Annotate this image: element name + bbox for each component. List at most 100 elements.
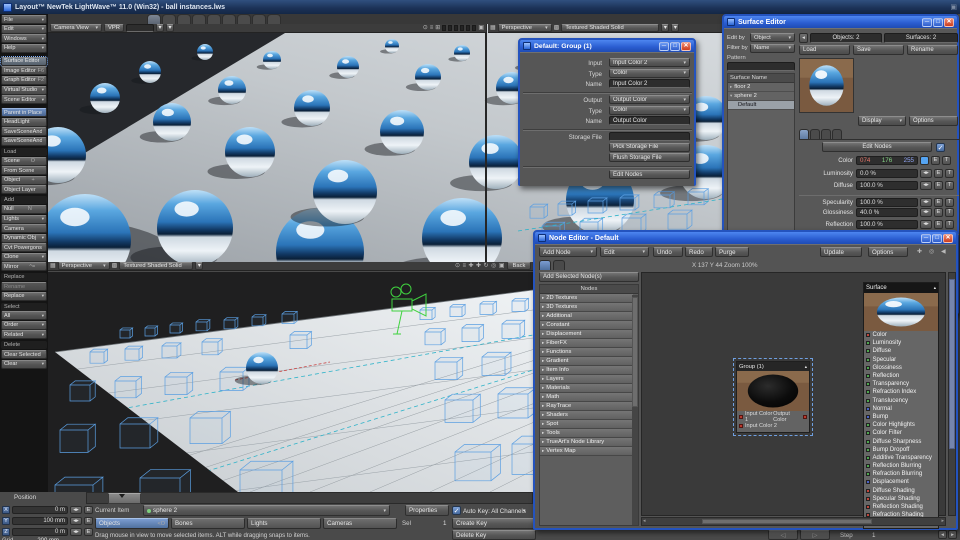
surface-channel-port[interactable]: Bump [864, 413, 938, 421]
undo-button[interactable]: Undo [653, 247, 683, 257]
surface-channel-port[interactable]: Color Highlights [864, 421, 938, 429]
minimize-button[interactable]: ─ [659, 42, 669, 51]
item-type-tab[interactable]: Lights [247, 518, 321, 529]
load-button[interactable]: Load [799, 45, 850, 55]
sidebar-item[interactable]: SaveSceneAndAl... [1, 127, 47, 136]
surface-channel-port[interactable]: Specular [864, 356, 938, 364]
property-stepper[interactable]: ◂▸ [920, 169, 932, 178]
surface-channel-port[interactable]: Color [864, 331, 938, 339]
menu-tab[interactable] [267, 14, 281, 24]
category-scrollbar[interactable] [632, 295, 638, 525]
sidebar-item[interactable]: Clone [1, 253, 47, 262]
axis-stepper[interactable]: ◂▸ [70, 517, 82, 525]
sidebar-item[interactable]: Cvt Powergons [1, 243, 47, 252]
color-values[interactable]: 074 176 255 [856, 156, 918, 165]
titlebar-buttons[interactable]: ▣ [950, 3, 957, 11]
edit-nodes-button[interactable]: Edit Nodes [609, 170, 690, 179]
menu-tab[interactable] [147, 14, 161, 24]
property-value-field[interactable]: 0.0 % [856, 169, 918, 178]
node-category[interactable]: ▸Tools [540, 429, 633, 438]
node-category[interactable]: ▸Math [540, 393, 633, 402]
surface-channel-port[interactable]: Reflection [864, 372, 938, 380]
surface-editor-tab[interactable] [810, 129, 820, 139]
property-texture-button[interactable]: T [945, 208, 954, 217]
sidebar-item[interactable]: From Scene [1, 166, 47, 175]
input-color-1-port[interactable] [739, 415, 743, 419]
delete-key-button[interactable]: Delete Key [452, 530, 536, 540]
collapse-left-button[interactable]: ◂ [799, 33, 808, 43]
filter-by-dropdown[interactable]: Name [750, 44, 795, 53]
step-dec-button[interactable]: ◂ [938, 530, 947, 539]
node-category[interactable]: ▸Spot [540, 420, 633, 429]
add-node-dropdown[interactable]: Add Node [539, 247, 597, 257]
list-icon-2[interactable]: ≡ [462, 262, 466, 270]
playback-next-button[interactable]: ▷ [800, 530, 830, 540]
output-color-port[interactable] [803, 415, 807, 419]
color-swatch[interactable] [920, 156, 929, 165]
flush-storage-file-button[interactable]: Flush Storage File [609, 153, 690, 162]
node-category[interactable]: ▸TrueArt's Node Library [540, 438, 633, 447]
surface-list-row[interactable]: Default [728, 101, 794, 110]
property-value-field[interactable]: 40.0 % [856, 208, 918, 217]
property-value-field[interactable]: 100.0 % [856, 198, 918, 207]
move-icon[interactable]: ✚ [476, 262, 481, 270]
item-type-tab[interactable]: Cameras [323, 518, 397, 529]
sidebar-item[interactable]: Object+ [1, 176, 47, 185]
sidebar-item[interactable]: Image EditorF6 [1, 66, 47, 75]
node-category[interactable]: ▸Displacement [540, 330, 633, 339]
sidebar-item[interactable]: SceneO [1, 157, 47, 166]
sidebar-item[interactable]: Clear Selected [1, 350, 47, 359]
node-editor-tab[interactable] [539, 260, 551, 270]
axis-envelope-button[interactable]: E [84, 517, 93, 525]
color-texture-button[interactable]: T [942, 156, 951, 165]
dropdown-small-3[interactable]: ▾ [661, 24, 669, 32]
sidebar-item[interactable]: Parent in Place [1, 108, 47, 117]
view-mode-dropdown-right[interactable]: Perspective [498, 24, 552, 32]
display-dropdown[interactable]: Display [858, 116, 906, 126]
auto-key-dropdown-arrow[interactable]: ▾ [523, 508, 526, 514]
pan-icon[interactable]: ✚ [468, 262, 473, 270]
axis-value-field[interactable]: 0 m [12, 506, 68, 514]
node-category[interactable]: ▸Functions [540, 348, 633, 357]
surface-channel-port[interactable]: Refraction Blurring [864, 470, 938, 478]
node-category[interactable]: ▸Materials [540, 384, 633, 393]
menu-tab[interactable] [207, 14, 221, 24]
group-window-titlebar[interactable]: Default: Group (1) ─ □ ✕ [520, 40, 694, 52]
node-canvas[interactable]: Group (1) ▴ Input Color 1 Output Color [641, 272, 946, 516]
axis-envelope-button[interactable]: E [84, 528, 93, 536]
sidebar-item[interactable]: Replace [1, 292, 47, 301]
bottom-shade-mode-dropdown[interactable]: Textured Shaded Solid [119, 262, 193, 270]
maximize-button[interactable]: □ [670, 42, 680, 51]
dropdown-small-1[interactable]: ▾ [156, 24, 164, 32]
node-category[interactable]: ▸FiberFX [540, 339, 633, 348]
input-dropdown[interactable]: Input Color 2 [609, 58, 690, 67]
back-button[interactable]: Back [507, 262, 531, 270]
timeline-ruler[interactable] [86, 492, 533, 504]
shade-mode-dropdown[interactable]: Textured Shaded Solid [561, 24, 659, 32]
playback-prev-button[interactable]: ◁ [768, 530, 798, 540]
group-node[interactable]: Group (1) ▴ Input Color 1 Output Color [736, 361, 810, 433]
dropdown-small-4[interactable]: ▾ [671, 24, 679, 32]
ne-maximize-button[interactable]: □ [932, 234, 942, 243]
perspective-viewport[interactable] [48, 272, 533, 492]
surface-channel-port[interactable]: Displacement [864, 478, 938, 486]
property-stepper[interactable]: ◂▸ [920, 198, 932, 207]
sidebar-item[interactable]: Surface Editor [1, 57, 47, 66]
sidebar-item[interactable]: File [1, 15, 47, 24]
node-category[interactable]: ▸3D Textures [540, 303, 633, 312]
sidebar-item[interactable]: NullN [1, 205, 47, 214]
ne-options-button[interactable]: Options [868, 247, 908, 257]
menu-tab[interactable] [177, 14, 191, 24]
sidebar-item[interactable]: Scene Editor [1, 95, 47, 104]
sidebar-item[interactable]: All [1, 311, 47, 320]
auto-key-checkbox[interactable]: ✓ [452, 506, 461, 515]
viewport-icon-2[interactable]: ▦ [50, 262, 56, 270]
sidebar-item[interactable]: Order [1, 321, 47, 330]
surface-channel-port[interactable]: Reflection Blurring [864, 462, 938, 470]
node-category[interactable]: ▸Constant [540, 321, 633, 330]
node-category[interactable]: ▸Item Info [540, 366, 633, 375]
axis-stepper[interactable]: ◂▸ [70, 528, 82, 536]
surface-channel-port[interactable]: Color Filter [864, 429, 938, 437]
property-texture-button[interactable]: T [945, 169, 954, 178]
item-type-tab[interactable]: Objects<O [95, 518, 169, 529]
